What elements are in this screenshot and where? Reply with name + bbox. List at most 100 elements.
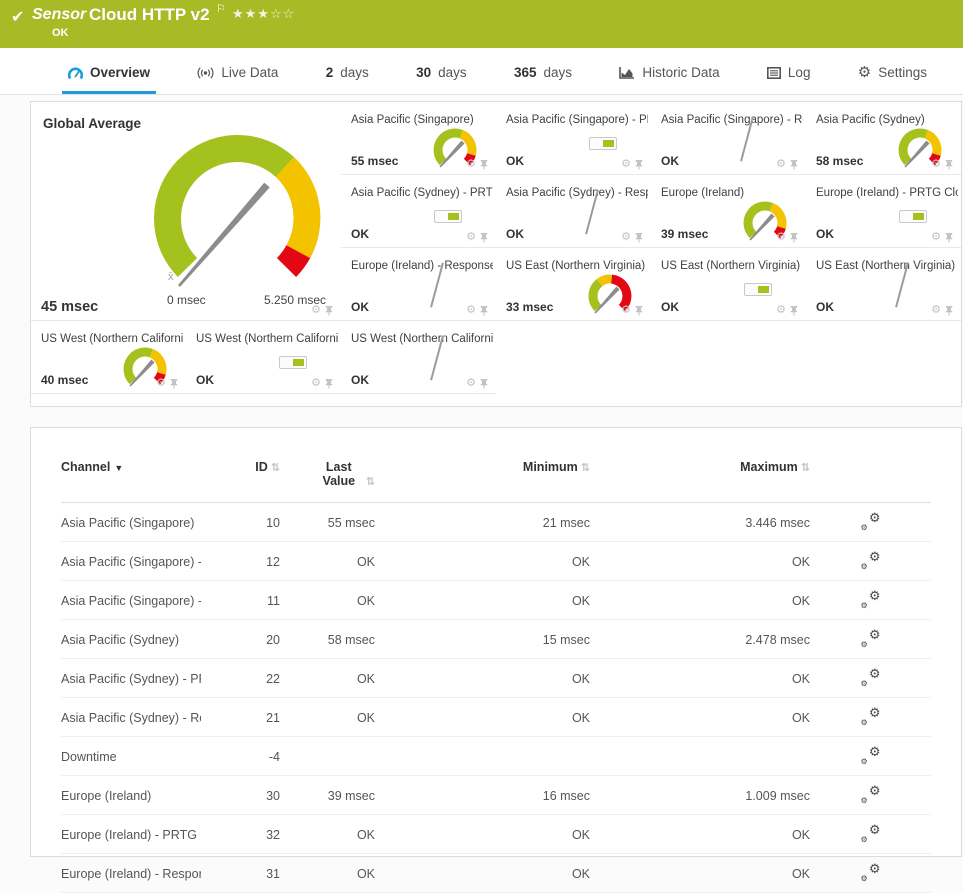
- gear-icon[interactable]: ⚙: [466, 378, 476, 389]
- pin-icon[interactable]: [170, 378, 178, 389]
- pin-icon[interactable]: [480, 159, 488, 170]
- gear-icon[interactable]: ⚙: [156, 378, 166, 389]
- gear-icon[interactable]: ⚙: [621, 232, 631, 243]
- channel-cell[interactable]: Asia Pacific (Singapore): [61, 502, 201, 542]
- priority-stars[interactable]: ★★★☆☆: [232, 6, 295, 22]
- channel-settings-gears-icon[interactable]: ⚙ ⚙: [861, 510, 881, 532]
- pin-icon[interactable]: [635, 305, 643, 316]
- gear-icon[interactable]: ⚙: [931, 232, 941, 243]
- pin-icon[interactable]: [945, 305, 953, 316]
- channel-cell[interactable]: Asia Pacific (Sydney): [61, 619, 201, 659]
- channel-settings-gears-icon[interactable]: ⚙ ⚙: [861, 549, 881, 571]
- gear-icon[interactable]: ⚙: [466, 305, 476, 316]
- channel-settings-gears-icon[interactable]: ⚙ ⚙: [861, 744, 881, 766]
- gear-icon[interactable]: ⚙: [311, 378, 321, 389]
- gear-icon[interactable]: ⚙: [931, 159, 941, 170]
- table-row[interactable]: Asia Pacific (Singapore) 10 55 msec 21 msec…: [61, 502, 931, 542]
- pin-icon[interactable]: [325, 305, 333, 316]
- channel-panel[interactable]: Asia Pacific (Singapore) - PR... OK ⚙: [496, 102, 651, 175]
- column-header-last-value[interactable]: Last Value ⇅: [280, 438, 375, 503]
- gear-icon[interactable]: ⚙: [776, 305, 786, 316]
- tab-2-days[interactable]: 2 days: [320, 51, 375, 94]
- channel-panel[interactable]: US West (Northern California) 40 msec ⚙: [31, 321, 186, 394]
- star-icon[interactable]: ★: [232, 6, 245, 21]
- pin-icon[interactable]: [635, 232, 643, 243]
- channel-settings-gears-icon[interactable]: ⚙ ⚙: [861, 861, 881, 883]
- channel-settings-gears-icon[interactable]: ⚙ ⚙: [861, 705, 881, 727]
- pin-icon[interactable]: [790, 305, 798, 316]
- gear-icon[interactable]: ⚙: [621, 305, 631, 316]
- table-row[interactable]: Asia Pacific (Singapore) - ... 11 OK OK OK ⚙ ⚙: [61, 580, 931, 620]
- pin-icon[interactable]: [480, 232, 488, 243]
- channel-panel[interactable]: Asia Pacific (Singapore) - Res... OK ⚙: [651, 102, 806, 175]
- star-icon[interactable]: ☆: [283, 6, 296, 21]
- column-header-channel[interactable]: Channel ▼: [61, 438, 201, 503]
- star-icon[interactable]: ★: [257, 6, 270, 21]
- table-row[interactable]: Europe (Ireland) - PRTG Cl...32OKOKOK⚙⚙: [61, 814, 931, 854]
- tab-overview[interactable]: Overview: [62, 51, 157, 94]
- channel-cell[interactable]: Asia Pacific (Singapore) - ...: [61, 541, 201, 581]
- channel-panel[interactable]: US East (Northern Virginia) - ... OK ⚙: [806, 248, 961, 321]
- channel-panel[interactable]: US West (Northern California)... OK ⚙: [341, 321, 496, 394]
- gear-icon[interactable]: ⚙: [621, 159, 631, 170]
- pin-icon[interactable]: [945, 159, 953, 170]
- channel-panel[interactable]: Europe (Ireland) - Response C... OK ⚙: [341, 248, 496, 321]
- channel-cell[interactable]: Europe (Ireland) - Respon...: [61, 853, 201, 893]
- priority-flag-icon[interactable]: ⚐: [216, 2, 226, 15]
- channel-panel[interactable]: Europe (Ireland) 39 msec ⚙: [651, 175, 806, 248]
- channel-settings-gears-icon[interactable]: ⚙ ⚙: [861, 822, 881, 844]
- column-header-id[interactable]: ID ⇅: [201, 438, 280, 503]
- channel-panel[interactable]: US East (Northern Virginia) - ... OK ⚙: [651, 248, 806, 321]
- tab-live-data[interactable]: Live Data: [191, 51, 284, 94]
- gear-icon[interactable]: ⚙: [931, 305, 941, 316]
- tab-log[interactable]: Log: [761, 51, 817, 94]
- gear-icon[interactable]: ⚙: [776, 232, 786, 243]
- pin-icon[interactable]: [325, 378, 333, 389]
- star-icon[interactable]: ☆: [270, 6, 283, 21]
- table-row[interactable]: Asia Pacific (Singapore) - ... 12 OK OK OK ⚙ ⚙: [61, 541, 931, 581]
- channel-panel[interactable]: Europe (Ireland) - PRTG Cloud... OK ⚙: [806, 175, 961, 248]
- tab-365-days[interactable]: 365 days: [508, 51, 578, 94]
- table-row[interactable]: Asia Pacific (Sydney) - Re...21OKOKOK⚙⚙: [61, 697, 931, 737]
- tab-settings[interactable]: ⚙ Settings: [852, 51, 933, 94]
- channel-panel[interactable]: US West (Northern California)... OK ⚙: [186, 321, 341, 394]
- channel-cell[interactable]: Asia Pacific (Sydney) - Re...: [61, 697, 201, 737]
- pin-icon[interactable]: [635, 159, 643, 170]
- channel-settings-gears-icon[interactable]: ⚙ ⚙: [861, 627, 881, 649]
- minimum-cell: [375, 736, 590, 776]
- table-row[interactable]: Asia Pacific (Sydney) - PR...22OKOKOK⚙⚙: [61, 658, 931, 698]
- table-row[interactable]: Europe (Ireland) 30 39 msec 16 msec 1.009 ms…: [61, 775, 931, 815]
- channel-panel[interactable]: Asia Pacific (Singapore) 55 msec ⚙: [341, 102, 496, 175]
- channel-settings-gears-icon[interactable]: ⚙ ⚙: [861, 666, 881, 688]
- global-average-panel[interactable]: Global Average x̄ 0 msec 5.250 msec 45 m…: [31, 102, 341, 321]
- channel-panel[interactable]: Asia Pacific (Sydney) - PRTG ... OK ⚙: [341, 175, 496, 248]
- column-header-minimum[interactable]: Minimum ⇅: [375, 438, 590, 503]
- table-row[interactable]: Europe (Ireland) - Respon... 31 OK OK OK ⚙ ⚙: [61, 853, 931, 893]
- pin-icon[interactable]: [790, 159, 798, 170]
- channel-cell[interactable]: Europe (Ireland) - PRTG Cl...: [61, 814, 201, 854]
- channel-cell[interactable]: Downtime: [61, 736, 201, 776]
- gear-icon[interactable]: ⚙: [311, 305, 321, 316]
- channel-panel[interactable]: Asia Pacific (Sydney) 58 msec ⚙: [806, 102, 961, 175]
- tab-historic-data[interactable]: Historic Data: [613, 51, 725, 94]
- tab-30-days[interactable]: 30 days: [410, 51, 473, 94]
- gear-icon[interactable]: ⚙: [466, 159, 476, 170]
- channel-cell[interactable]: Europe (Ireland): [61, 775, 201, 815]
- pin-icon[interactable]: [480, 305, 488, 316]
- column-header-maximum[interactable]: Maximum ⇅: [590, 438, 810, 503]
- channel-settings-gears-icon[interactable]: ⚙ ⚙: [861, 588, 881, 610]
- channel-panel[interactable]: Asia Pacific (Sydney) - Respo... OK ⚙: [496, 175, 651, 248]
- gear-icon[interactable]: ⚙: [466, 232, 476, 243]
- channel-settings-gears-icon[interactable]: ⚙ ⚙: [861, 783, 881, 805]
- pin-icon[interactable]: [790, 232, 798, 243]
- table-row[interactable]: Downtime -4 ⚙ ⚙: [61, 736, 931, 776]
- channel-cell[interactable]: Asia Pacific (Singapore) - ...: [61, 580, 201, 620]
- star-icon[interactable]: ★: [245, 6, 258, 21]
- panel-title: US East (Northern Virginia) - ...: [661, 260, 803, 272]
- channel-panel[interactable]: US East (Northern Virginia) 33 msec ⚙: [496, 248, 651, 321]
- channel-cell[interactable]: Asia Pacific (Sydney) - PR...: [61, 658, 201, 698]
- table-row[interactable]: Asia Pacific (Sydney) 20 58 msec 15 msec 2.4…: [61, 619, 931, 659]
- pin-icon[interactable]: [945, 232, 953, 243]
- gear-icon[interactable]: ⚙: [776, 159, 786, 170]
- pin-icon[interactable]: [480, 378, 488, 389]
